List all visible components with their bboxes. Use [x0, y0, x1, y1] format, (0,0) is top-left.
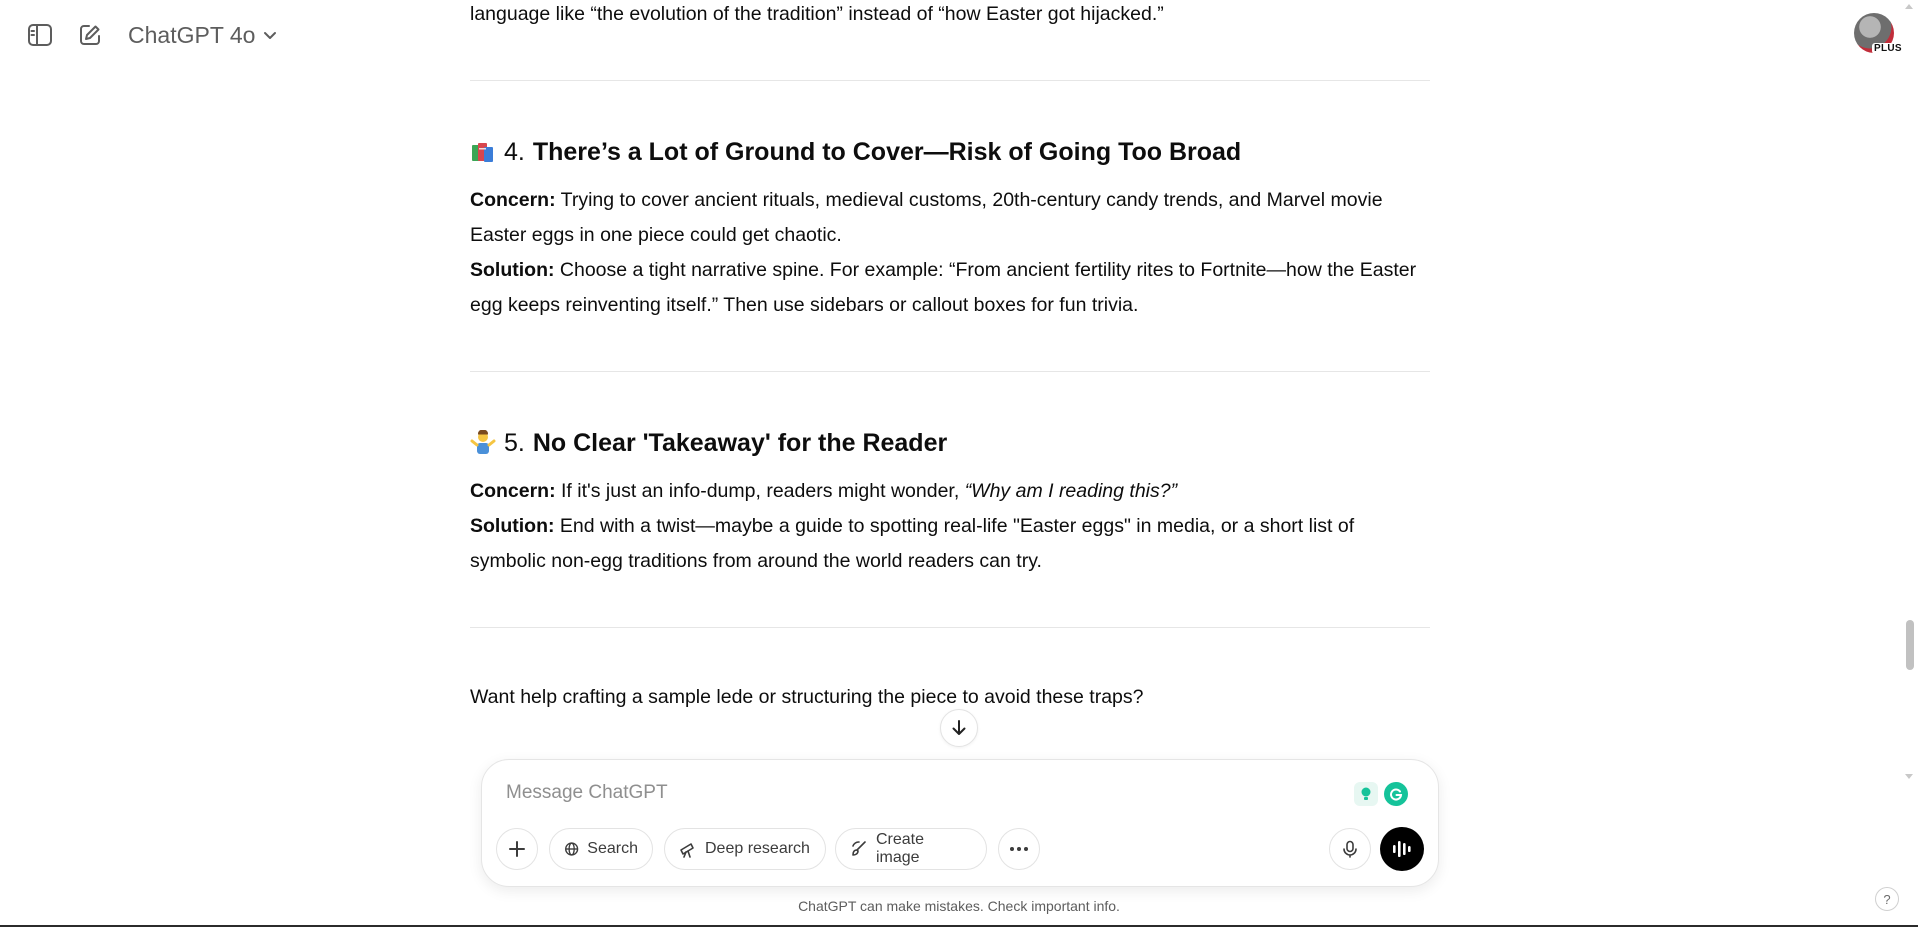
message-input[interactable]: Message ChatGPT	[506, 782, 668, 804]
section-number: 5.	[504, 428, 525, 457]
create-image-button[interactable]: Create image	[835, 828, 987, 870]
extension-icons	[1354, 782, 1408, 806]
grammarly-icon[interactable]	[1384, 782, 1408, 806]
search-button[interactable]: Search	[549, 828, 653, 870]
section-heading-4: 4. There’s a Lot of Ground to Cover—Risk…	[470, 133, 1241, 171]
section-number: 4.	[504, 137, 525, 166]
ellipsis-icon	[1010, 847, 1028, 851]
sidebar-toggle-icon	[28, 24, 52, 46]
scrollbar[interactable]	[1900, 0, 1918, 927]
solution-text: End with a twist—maybe a guide to spotti…	[554, 515, 1355, 537]
concern-line-cont: Easter eggs in one piece could get chaot…	[470, 224, 842, 246]
section-title: There’s a Lot of Ground to Cover—Risk of…	[532, 137, 1242, 166]
deep-research-label: Deep research	[705, 840, 810, 857]
divider	[470, 80, 1430, 81]
arrow-down-icon	[952, 720, 966, 735]
solution-line: Solution: End with a twist—maybe a guide…	[470, 509, 1354, 544]
scroll-to-bottom-button[interactable]	[940, 709, 978, 747]
concern-line: Concern: Trying to cover ancient rituals…	[470, 183, 1383, 218]
scrollbar-thumb[interactable]	[1906, 620, 1914, 670]
concern-quote: “Why am I reading this?”	[964, 480, 1178, 502]
chevron-down-icon	[264, 32, 277, 39]
composer: Message ChatGPT Search Deep research Cre…	[481, 759, 1439, 887]
voice-mode-button[interactable]	[1380, 827, 1424, 871]
solution-label: Solution:	[470, 515, 555, 537]
lightbulb-extension-icon[interactable]	[1354, 782, 1378, 806]
solution-line: Solution: Choose a tight narrative spine…	[470, 253, 1416, 288]
previous-text-line: language like “the evolution of the trad…	[470, 3, 1164, 25]
search-label: Search	[587, 840, 638, 857]
telescope-icon	[680, 843, 694, 858]
disclaimer: ChatGPT can make mistakes. Check importa…	[798, 898, 1120, 914]
closing-question: Want help crafting a sample lede or stru…	[470, 686, 1144, 708]
scroll-down-arrow-icon[interactable]	[1904, 773, 1914, 781]
deep-research-button[interactable]: Deep research	[664, 828, 826, 870]
edit-icon	[80, 25, 100, 45]
attach-button[interactable]	[496, 828, 538, 870]
section-title: No Clear 'Takeaway' for the Reader	[532, 428, 948, 457]
solution-text: Choose a tight narrative spine. For exam…	[554, 259, 1417, 281]
mic-icon	[1343, 840, 1357, 858]
brush-icon	[852, 841, 866, 856]
new-chat-button[interactable]	[70, 15, 110, 55]
solution-line-cont: symbolic non-egg traditions from around …	[470, 550, 1042, 572]
plus-icon	[509, 841, 525, 857]
sidebar-toggle-button[interactable]	[20, 15, 60, 55]
concern-text: If it's just an info-dump, readers might…	[555, 480, 965, 502]
concern-label: Concern:	[470, 189, 556, 211]
create-image-label: Create image	[876, 831, 925, 866]
dictate-button[interactable]	[1329, 828, 1371, 870]
books-icon	[472, 143, 493, 162]
solution-line-cont: egg keeps reinventing itself.” Then use …	[470, 294, 1139, 316]
voice-waveform-icon	[1393, 841, 1411, 857]
scroll-up-arrow-icon[interactable]	[1904, 2, 1914, 10]
solution-label: Solution:	[470, 259, 555, 281]
model-name: ChatGPT 4o	[128, 21, 256, 48]
concern-label: Concern:	[470, 480, 556, 502]
more-tools-button[interactable]	[998, 828, 1040, 870]
concern-text: Trying to cover ancient rituals, medieva…	[555, 189, 1383, 211]
divider	[470, 371, 1430, 372]
section-heading-5: 5. No Clear 'Takeaway' for the Reader	[470, 424, 947, 462]
globe-icon	[565, 842, 579, 856]
help-button[interactable]: ?	[1875, 887, 1899, 911]
person-shrugging-icon	[470, 430, 496, 454]
divider	[470, 627, 1430, 628]
concern-line: Concern: If it's just an info-dump, read…	[470, 474, 1177, 509]
model-selector[interactable]: ChatGPT 4o	[128, 18, 277, 52]
